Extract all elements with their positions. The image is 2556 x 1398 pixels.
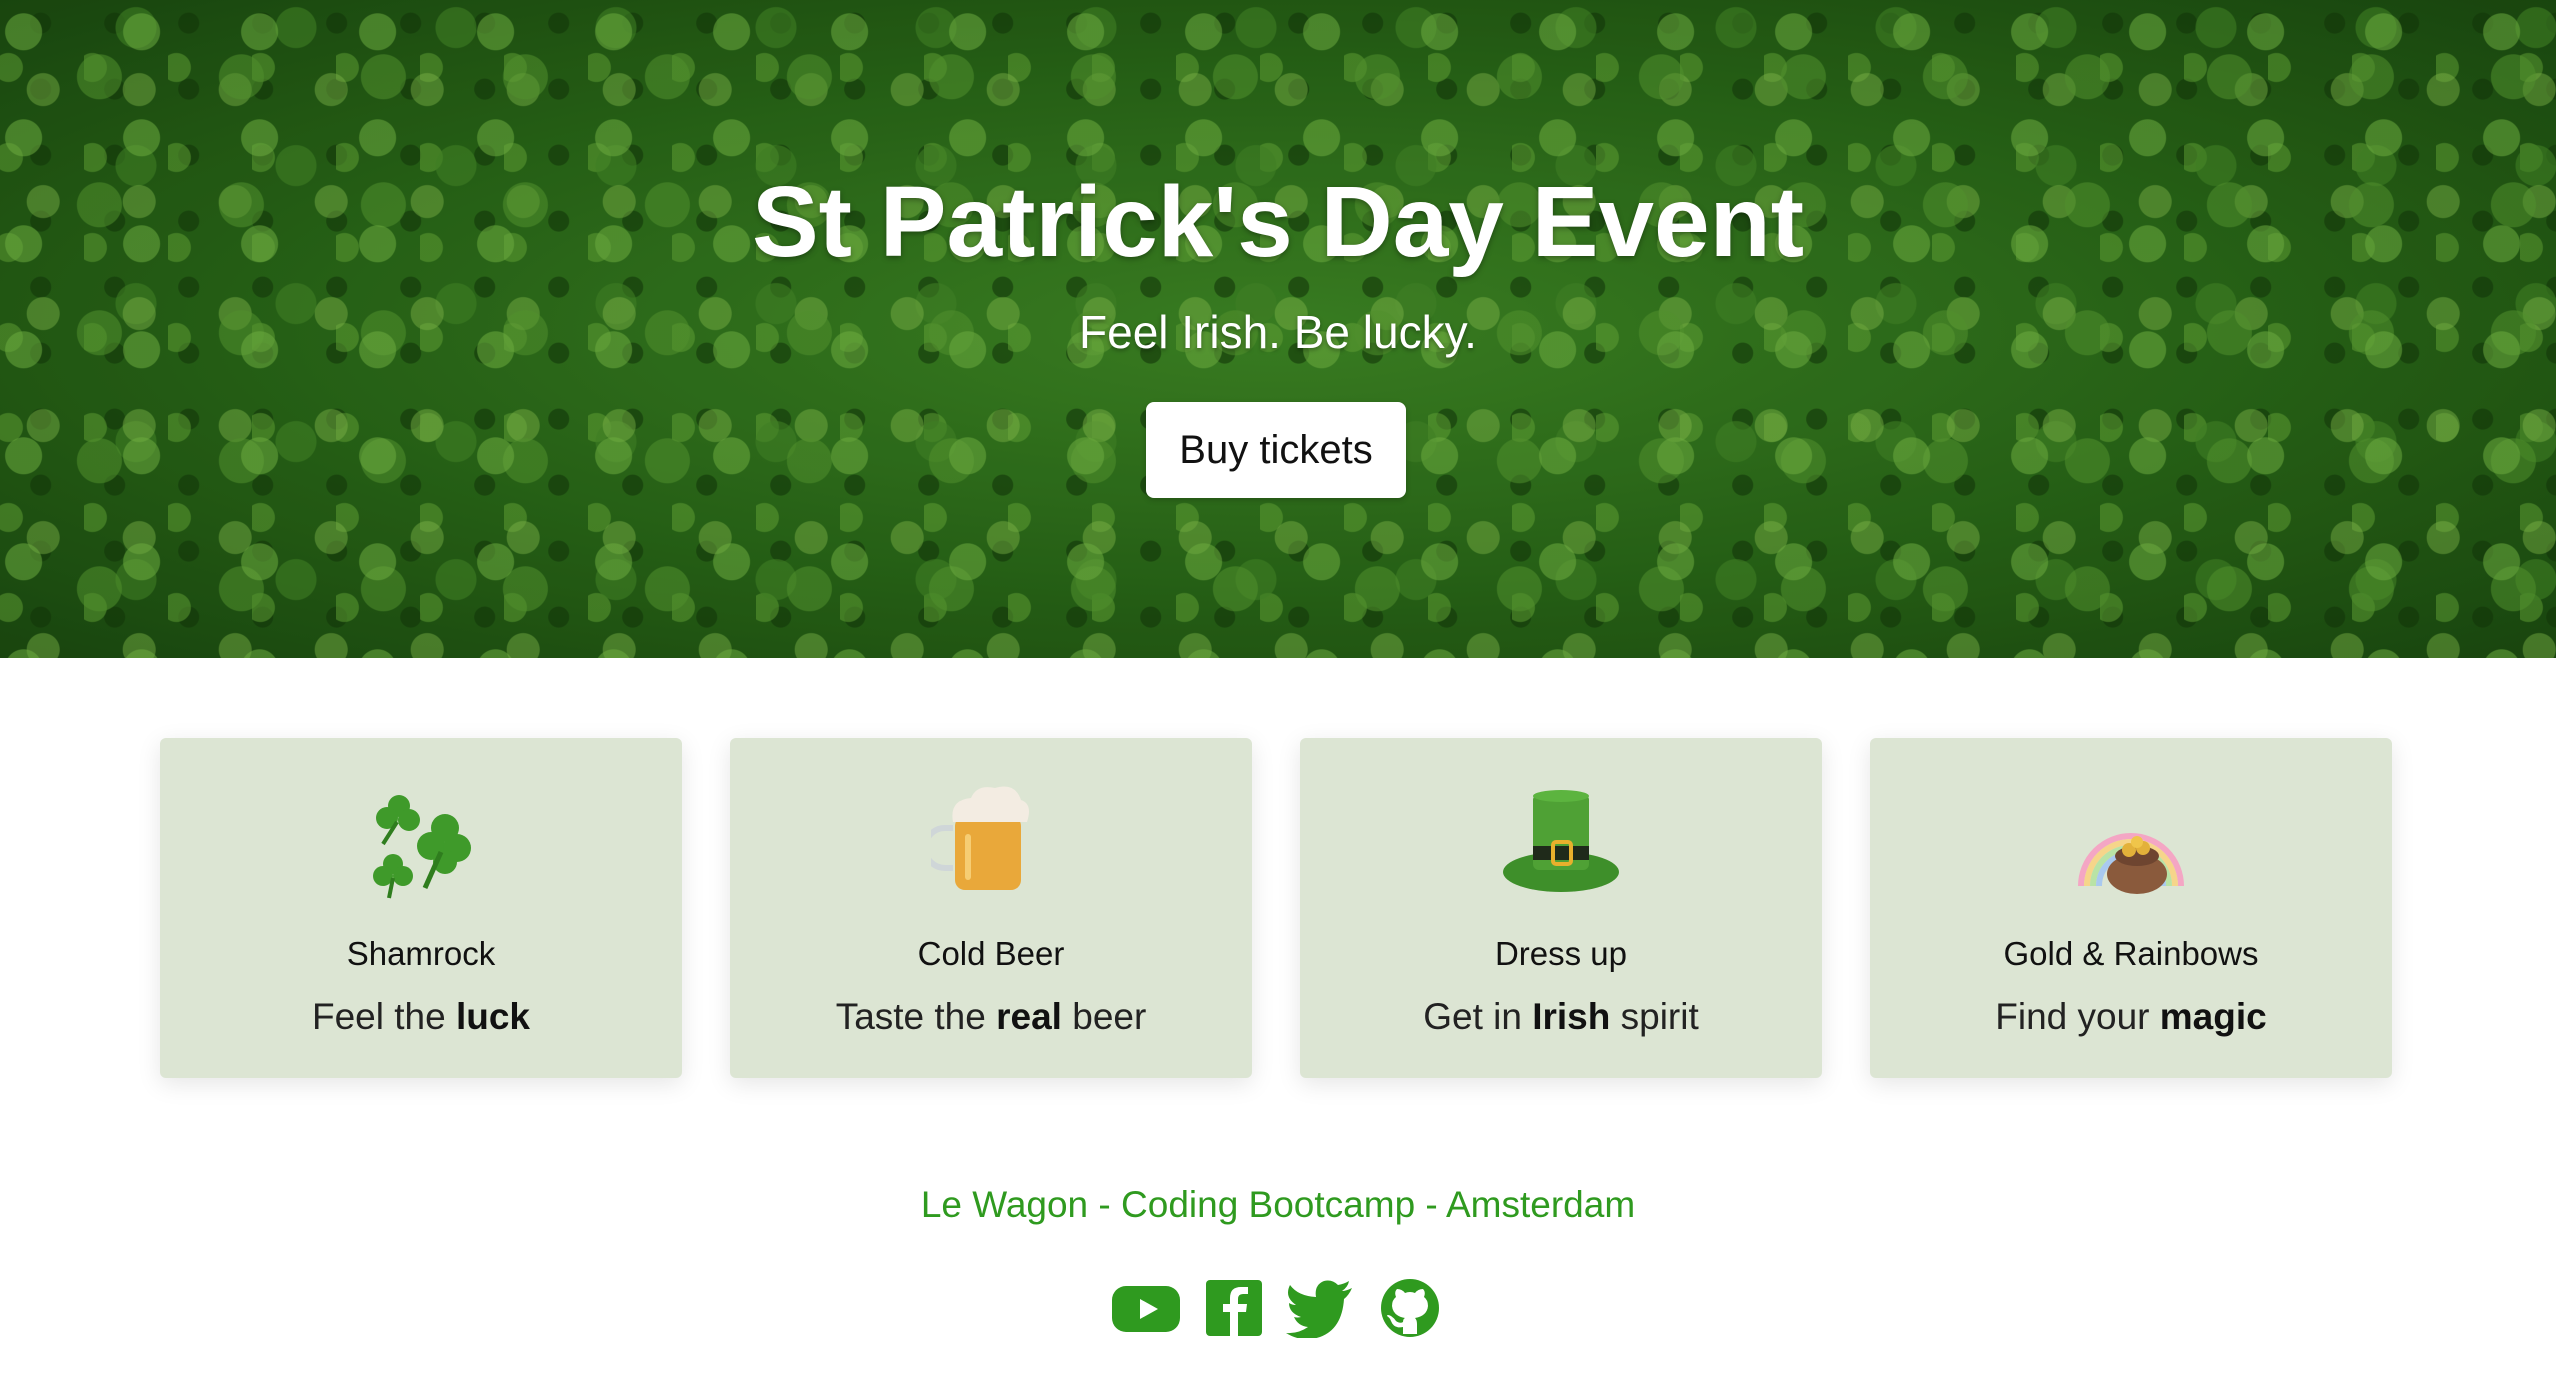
hero-banner: St Patrick's Day Event Feel Irish. Be lu… xyxy=(0,0,2556,658)
card-text: Taste the real beer xyxy=(835,996,1147,1037)
github-icon[interactable] xyxy=(1374,1278,1446,1338)
card-text: Find your magic xyxy=(1995,996,2267,1037)
footer-text: Le Wagon - Coding Bootcamp - Amsterdam xyxy=(920,1184,1636,1225)
youtube-icon[interactable] xyxy=(1110,1278,1182,1338)
card-dress-up: Dress up Get in Irish spirit xyxy=(1300,738,1822,1078)
social-links xyxy=(0,1278,2556,1340)
card-cold-beer: Cold Beer Taste the real beer xyxy=(730,738,1252,1078)
card-text: Get in Irish spirit xyxy=(1423,996,1699,1037)
card-shamrock: Shamrock Feel the luck xyxy=(160,738,682,1078)
hero-title: St Patrick's Day Event xyxy=(751,166,1805,278)
shamrock-icon xyxy=(373,795,471,899)
buy-tickets-button[interactable]: Buy tickets xyxy=(1146,402,1406,498)
rainbow-gold-icon xyxy=(2078,833,2184,894)
card-title: Cold Beer xyxy=(917,935,1065,972)
twitter-icon[interactable] xyxy=(1286,1278,1358,1340)
card-title: Dress up xyxy=(1494,935,1628,972)
card-title: Shamrock xyxy=(346,935,496,972)
hero-content: St Patrick's Day Event Feel Irish. Be lu… xyxy=(0,0,2556,658)
card-gold-rainbows: Gold & Rainbows Find your magic xyxy=(1870,738,2392,1078)
beer-mug-icon xyxy=(931,786,1029,890)
card-title: Gold & Rainbows xyxy=(2003,935,2259,972)
feature-cards: Shamrock Feel the luck Cold Beer Taste t… xyxy=(160,738,2392,1078)
hero-subtitle: Feel Irish. Be lucky. xyxy=(1079,306,1477,358)
facebook-icon[interactable] xyxy=(1198,1278,1270,1338)
card-text: Feel the luck xyxy=(311,996,531,1037)
leprechaun-hat-icon xyxy=(1503,790,1619,892)
